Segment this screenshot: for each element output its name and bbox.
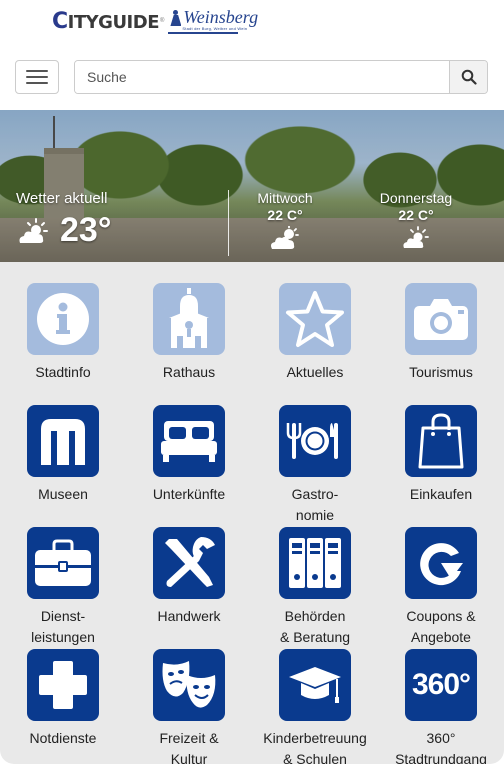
tile-label: 360° Stadtrundgang — [395, 730, 487, 764]
tile-notdienste[interactable]: Notdienste — [0, 649, 126, 749]
tile-label: Behörden & Beratung — [279, 608, 351, 645]
museum-icon — [41, 419, 85, 465]
tile-label: Museen — [38, 486, 88, 502]
forecast-day-1[interactable]: Mittwoch 22 C° — [240, 190, 330, 250]
logo-registered-mark: ® — [160, 18, 165, 24]
forecast-day-label: Donnerstag — [379, 190, 453, 206]
tile-label: Unterkünfte — [152, 486, 226, 502]
forecast-day-2[interactable]: Donnerstag 22 C° — [371, 190, 461, 250]
tile-label: Aktuelles — [286, 364, 344, 380]
forecast-temperature: 22 C° — [267, 207, 303, 223]
tile-label: Dienst- leistungen — [31, 608, 95, 645]
tile-coupons[interactable]: Coupons & Angebote — [378, 527, 504, 648]
tile-freizeit[interactable]: Freizeit & Kultur — [126, 649, 252, 764]
briefcase-icon — [35, 539, 91, 586]
bed-icon — [161, 421, 217, 462]
tile-label: Gastro- nomie — [291, 486, 339, 523]
tile-handwerk[interactable]: Handwerk — [126, 527, 252, 627]
search-input[interactable] — [75, 61, 449, 93]
tile-gastronomie[interactable]: Gastro- nomie — [252, 405, 378, 526]
tile-behoerden[interactable]: Behörden & Beratung — [252, 527, 378, 648]
current-temperature: 23° — [60, 211, 112, 249]
tile-rathaus[interactable]: Rathaus — [126, 283, 252, 383]
dining-icon — [286, 423, 338, 459]
sun-cloud-icon — [19, 217, 48, 243]
weather-divider — [228, 190, 229, 256]
logo-underline — [168, 32, 239, 34]
logo-figure-icon — [168, 10, 182, 26]
menu-toggle-button[interactable] — [15, 60, 59, 94]
tile-label: Einkaufen — [409, 486, 473, 502]
cityguide-logo[interactable]: CITYGUIDE ® Weinsberg Stadt der Burg, We… — [52, 8, 258, 34]
search-button[interactable] — [449, 61, 487, 93]
cross-icon — [39, 661, 87, 709]
info-icon — [37, 293, 89, 345]
tile-einkaufen[interactable]: Einkaufen — [378, 405, 504, 505]
masks-icon — [162, 661, 216, 708]
binders-icon — [289, 538, 341, 588]
cloud-sun-icon — [271, 226, 299, 249]
search-icon — [461, 69, 477, 85]
tile-label: Tourismus — [409, 364, 473, 380]
logo-town-name: Weinsberg — [183, 7, 259, 27]
tile-tourismus[interactable]: Tourismus — [378, 283, 504, 383]
forecast-day-label: Mittwoch — [257, 190, 313, 206]
tile-label: Freizeit & Kultur — [159, 730, 219, 764]
graduation-cap-icon — [289, 667, 341, 703]
shopping-bag-icon — [418, 413, 464, 469]
tools-icon — [165, 537, 215, 587]
tile-label: Coupons & Angebote — [406, 608, 476, 645]
weinsberg-logo: Weinsberg Stadt der Burg, Weiber und Wei… — [168, 8, 258, 34]
tile-museen[interactable]: Museen — [0, 405, 126, 505]
category-grid: Stadtinfo Rathaus Aktuelles Tourismus Mu… — [0, 262, 504, 764]
current-weather[interactable]: Wetter aktuell 23° — [16, 190, 111, 250]
tile-stadtinfo[interactable]: Stadtinfo — [0, 283, 126, 383]
camera-icon — [414, 299, 468, 340]
tile-unterkuenfte[interactable]: Unterkünfte — [126, 405, 252, 505]
tile-label: Notdienste — [29, 730, 97, 746]
search-bar — [74, 60, 488, 94]
tile-label: Handwerk — [157, 608, 221, 624]
current-weather-label: Wetter aktuell — [16, 190, 108, 207]
tile-stadtrundgang[interactable]: 360° 360° Stadtrundgang — [378, 649, 504, 764]
tile-dienstleistungen[interactable]: Dienst- leistungen — [0, 527, 126, 648]
360-icon: 360° — [411, 668, 471, 701]
coupon-icon — [420, 543, 463, 586]
town-hall-icon — [169, 288, 209, 348]
star-icon — [286, 291, 344, 347]
logo-cityguide-text: CITYGUIDE — [52, 8, 160, 34]
forecast-temperature: 22 C° — [398, 207, 434, 223]
tile-label: Kinderbetreuung & Schulen — [263, 730, 367, 764]
tile-label: Stadtinfo — [35, 364, 91, 380]
tile-aktuelles[interactable]: Aktuelles — [252, 283, 378, 383]
hamburger-icon — [26, 70, 48, 72]
logo-tagline: Stadt der Burg, Weiber und Wein — [182, 26, 248, 31]
sun-cloud-icon — [403, 226, 429, 248]
app-header: CITYGUIDE ® Weinsberg Stadt der Burg, We… — [0, 0, 504, 110]
tile-kinderbetreuung[interactable]: Kinderbetreuung & Schulen — [252, 649, 378, 764]
tile-label: Rathaus — [162, 364, 216, 380]
